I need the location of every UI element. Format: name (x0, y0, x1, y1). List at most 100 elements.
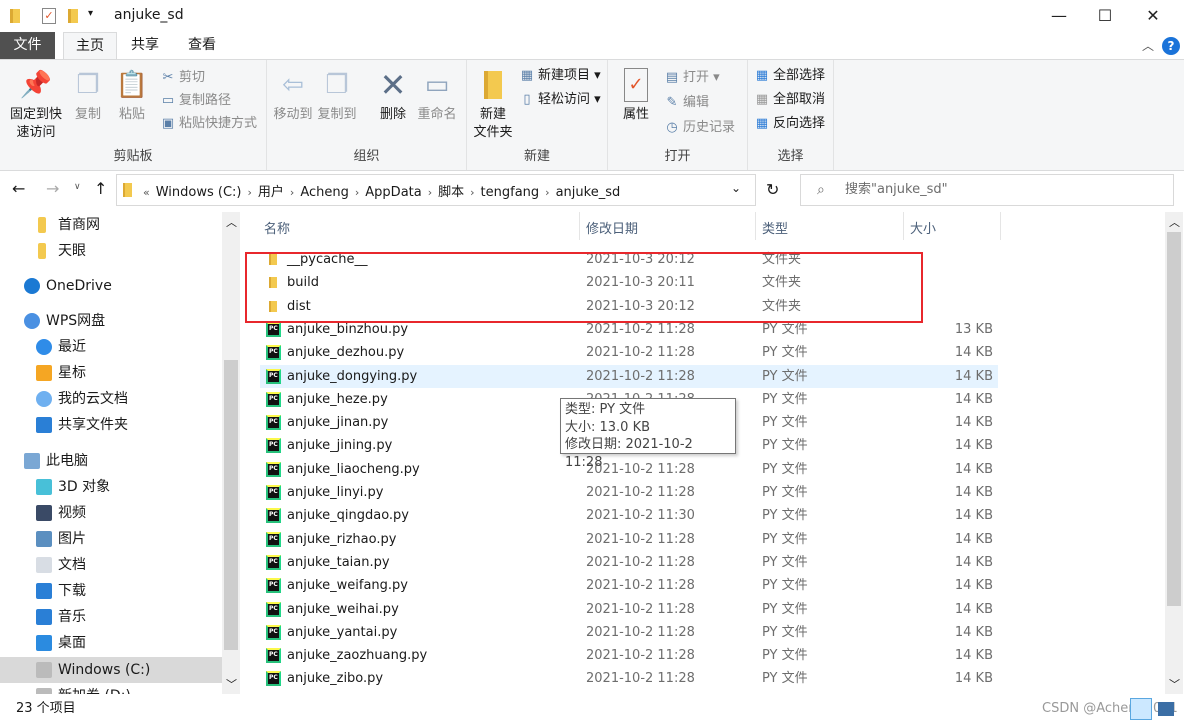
column-header-name[interactable]: 名称 (264, 218, 290, 237)
nav-item[interactable]: 共享文件夹 (0, 412, 222, 438)
scroll-up-icon[interactable]: ︿ (1169, 214, 1180, 230)
nav-item[interactable]: 最近 (0, 334, 222, 360)
nav-item[interactable]: 此电脑 (0, 448, 222, 474)
nav-scroll-thumb[interactable] (224, 360, 238, 650)
nav-item[interactable]: 音乐 (0, 604, 222, 630)
nav-item[interactable]: OneDrive (0, 273, 222, 299)
help-icon[interactable]: ? (1162, 37, 1180, 55)
edit-button[interactable]: ✎ 编辑 (664, 93, 709, 113)
breadcrumb-item[interactable]: 脚本 (438, 181, 464, 200)
breadcrumb-overflow-icon[interactable]: « (143, 186, 150, 199)
properties-button[interactable]: ✓ 属性 (614, 68, 658, 124)
nav-item[interactable]: 我的云文档 (0, 386, 222, 412)
forward-button[interactable]: → (46, 179, 59, 198)
back-button[interactable]: ← (12, 179, 25, 198)
tab-home[interactable]: 主页 (63, 32, 117, 60)
nav-item[interactable]: 星标 (0, 360, 222, 386)
tab-file[interactable]: 文件 (0, 32, 55, 59)
breadcrumb-separator-icon[interactable]: › (290, 186, 294, 199)
delete-button[interactable]: ✕ 删除 (375, 68, 411, 124)
collapse-ribbon-icon[interactable]: ︿ (1142, 37, 1154, 54)
nav-item[interactable]: 下载 (0, 578, 222, 604)
scroll-up-icon[interactable]: ︿ (226, 214, 237, 230)
breadcrumb-item[interactable]: 用户 (258, 181, 284, 200)
file-tooltip: 类型: PY 文件 大小: 13.0 KB 修改日期: 2021-10-2 11… (560, 398, 736, 470)
file-row[interactable]: PC anjuke_taian.py 2021-10-2 11:28 PY 文件 14 … (260, 551, 998, 574)
breadcrumb-item[interactable]: Acheng (300, 185, 349, 200)
refresh-button[interactable]: ↻ (766, 180, 779, 199)
close-button[interactable]: ✕ (1130, 0, 1176, 32)
invert-selection-button[interactable]: ▦ 反向选择 (754, 114, 825, 134)
maximize-button[interactable]: ☐ (1082, 0, 1128, 32)
pin-quick-access-button[interactable]: 📌 固定到快速访问 (4, 68, 68, 142)
file-row[interactable]: PC anjuke_linyi.py 2021-10-2 11:28 PY 文件 14 … (260, 481, 998, 504)
scroll-down-icon[interactable]: ﹀ (226, 676, 237, 692)
file-list-scrollbar[interactable]: ︿ ﹀ (1165, 212, 1183, 694)
new-folder-button[interactable]: 新建 文件夹 (471, 68, 515, 142)
breadcrumb-separator-icon[interactable]: › (545, 186, 549, 199)
recent-locations-icon[interactable]: ∨ (74, 182, 81, 192)
customize-quick-access-icon[interactable]: ▾ (88, 8, 93, 19)
file-row[interactable]: PC anjuke_rizhao.py 2021-10-2 11:28 PY 文件 14… (260, 528, 998, 551)
nav-item[interactable]: 桌面 (0, 630, 222, 656)
nav-item[interactable]: 3D 对象 (0, 474, 222, 500)
paste-button[interactable]: 📋 粘贴 (112, 68, 152, 124)
nav-item[interactable]: 新加卷 (D:) (0, 683, 222, 694)
new-item-button[interactable]: ▦ 新建项目 ▾ (519, 66, 601, 86)
column-header-type[interactable]: 类型 (762, 218, 788, 237)
breadcrumb-separator-icon[interactable]: › (470, 186, 474, 199)
column-header-date[interactable]: 修改日期 (586, 218, 638, 237)
history-button[interactable]: ◷ 历史记录 (664, 118, 735, 138)
file-date: 2021-10-2 11:28 (586, 531, 695, 547)
up-button[interactable]: ↑ (94, 179, 107, 198)
address-dropdown-icon[interactable]: ⌄ (731, 181, 741, 195)
select-none-button[interactable]: ▦ 全部取消 (754, 90, 825, 110)
file-row[interactable]: PC anjuke_weifang.py 2021-10-2 11:28 PY 文件 1… (260, 574, 998, 597)
file-name: anjuke_rizhao.py (287, 531, 397, 547)
breadcrumb-item[interactable]: AppData (365, 185, 421, 200)
copy-to-button[interactable]: ❐ 复制到 (317, 68, 357, 124)
nav-item[interactable]: Windows (C:) (0, 657, 222, 683)
breadcrumb-item[interactable]: tengfang (481, 185, 540, 200)
rename-button[interactable]: ▭ 重命名 (415, 68, 459, 124)
breadcrumb-separator-icon[interactable]: › (355, 186, 359, 199)
move-to-button[interactable]: ⇦ 移动到 (273, 68, 313, 124)
large-icons-view-button[interactable] (1158, 702, 1174, 716)
cut-button[interactable]: ✂ 剪切 (160, 68, 205, 88)
copy-button[interactable]: ❐ 复制 (70, 68, 106, 124)
file-row[interactable]: PC anjuke_weihai.py 2021-10-2 11:28 PY 文件 14… (260, 598, 998, 621)
copy-path-button[interactable]: ▭ 复制路径 (160, 91, 231, 111)
nav-item[interactable]: 视频 (0, 500, 222, 526)
open-button[interactable]: ▤ 打开 ▾ (664, 68, 720, 88)
tab-view[interactable]: 查看 (172, 32, 232, 59)
breadcrumb-item[interactable]: anjuke_sd (556, 185, 621, 200)
easy-access-button[interactable]: ▯ 轻松访问 ▾ (519, 90, 600, 110)
nav-scrollbar[interactable]: ︿ ﹀ (222, 212, 240, 694)
file-row[interactable]: PC anjuke_zibo.py 2021-10-2 11:28 PY 文件 14 K… (260, 667, 998, 690)
file-row[interactable]: PC anjuke_dongying.py 2021-10-2 11:28 PY 文件… (260, 364, 998, 388)
nav-item[interactable]: 文档 (0, 552, 222, 578)
nav-item[interactable]: 天眼 (0, 238, 222, 264)
file-row[interactable]: PC anjuke_yantai.py 2021-10-2 11:28 PY 文件 14… (260, 621, 998, 644)
file-row[interactable]: PC anjuke_dezhou.py 2021-10-2 11:28 PY 文件 14… (260, 341, 998, 364)
scroll-down-icon[interactable]: ﹀ (1169, 676, 1180, 692)
tab-share[interactable]: 共享 (118, 32, 172, 59)
search-input[interactable]: ⌕ 搜索"anjuke_sd" (800, 174, 1174, 206)
file-row[interactable]: PC anjuke_zaozhuang.py 2021-10-2 11:28 PY 文… (260, 644, 998, 667)
column-header-size[interactable]: 大小 (910, 218, 936, 237)
address-path[interactable]: « Windows (C:) › 用户 › Acheng › AppData › 脚本 › tengf… (116, 174, 756, 206)
nav-item[interactable]: 首商网 (0, 212, 222, 238)
file-row[interactable]: PC anjuke_qingdao.py 2021-10-2 11:30 PY 文件 1… (260, 504, 998, 527)
select-all-button[interactable]: ▦ 全部选择 (754, 66, 825, 86)
minimize-button[interactable]: — (1036, 0, 1082, 32)
nav-item[interactable]: WPS网盘 (0, 308, 222, 334)
properties-quick-icon[interactable]: ✓ (42, 8, 56, 24)
breadcrumb-item[interactable]: Windows (C:) (156, 185, 242, 200)
new-folder-quick-icon[interactable] (68, 9, 78, 23)
paste-shortcut-button[interactable]: ▣ 粘贴快捷方式 (160, 114, 257, 134)
file-scroll-thumb[interactable] (1167, 232, 1181, 606)
details-view-button[interactable] (1130, 698, 1152, 720)
breadcrumb-separator-icon[interactable]: › (428, 186, 432, 199)
nav-item[interactable]: 图片 (0, 526, 222, 552)
breadcrumb-separator-icon[interactable]: › (248, 186, 252, 199)
